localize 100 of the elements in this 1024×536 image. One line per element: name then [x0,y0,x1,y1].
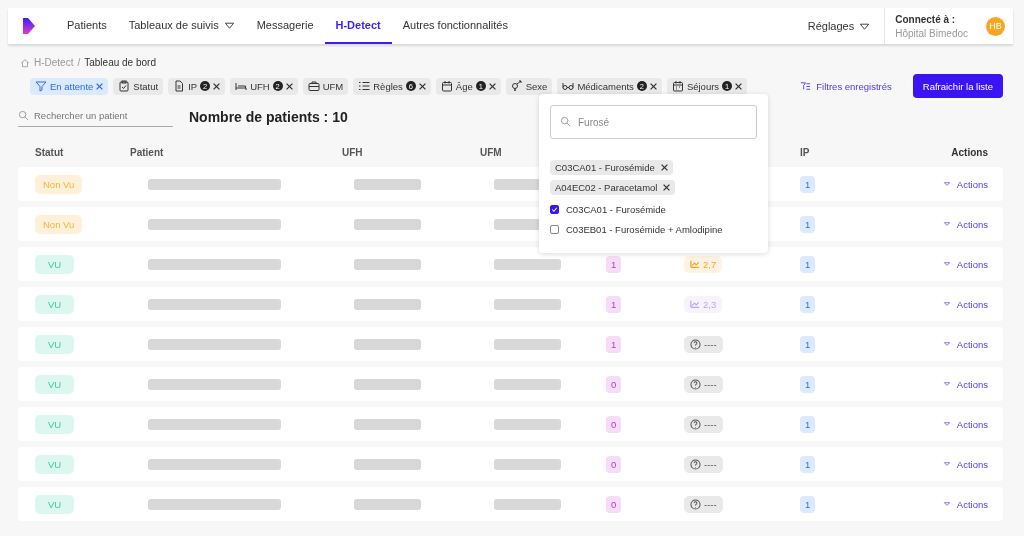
close-icon[interactable] [663,184,671,191]
column-header: IP [800,146,811,158]
placeholder-bar [354,298,421,310]
patient-search-field[interactable]: Rechercher un patient [34,110,164,121]
actions-menu[interactable]: Actions [942,298,988,310]
filter-chip[interactable]: Statut [113,77,164,95]
nav-tab[interactable]: Autres fonctionnalités [391,8,519,44]
filter-chip[interactable]: Sexe [505,77,553,95]
caret-icon [942,300,951,308]
logo-icon[interactable] [22,17,36,35]
calendar-icon [440,80,453,92]
count-badge: 1 [606,335,622,353]
filter-label: En attente [50,80,94,92]
ip-badge: 1 [800,255,816,273]
breadcrumb-current: Tableau de bord [84,57,156,68]
status-label: VU [35,374,75,394]
briefcase-icon [307,80,320,92]
status-label: VU [35,294,75,314]
status-label: Non Vu [35,174,83,194]
unknown-value: ---- [704,378,717,390]
status-label: VU [35,254,75,274]
actions-menu[interactable]: Actions [942,498,988,510]
ip-badge: 1 [800,415,816,433]
connected-label: Connecté à : [895,13,957,25]
filter-label: IP [188,80,198,92]
table-row[interactable]: VU 1 ---- 1 Actions [18,327,1003,361]
medication-option[interactable]: C03EB01 - Furosémide + Amlodipine [550,224,723,235]
caret-icon [942,500,951,508]
placeholder-bar [494,338,561,350]
nav-tab[interactable]: Tableaux de suivis [117,8,246,44]
status-label: VU [35,334,75,354]
unknown-value: ---- [704,498,717,510]
caret-icon [942,380,951,388]
unknown-value: ---- [704,458,717,470]
actions-menu[interactable]: Actions [942,458,988,470]
caret-icon [942,180,951,188]
checkbox[interactable] [550,225,559,234]
table-row[interactable]: VU 1 2,3 1 Actions [18,287,1003,321]
ip-badge: 1 [800,495,816,513]
list-icon [358,80,371,92]
help-icon [690,338,701,350]
actions-menu[interactable]: Actions [942,218,988,230]
actions-menu[interactable]: Actions [942,178,988,190]
status-label: Non Vu [35,214,83,234]
table-row[interactable]: VU 1 2,7 1 Actions [18,247,1003,281]
ip-badge: 1 [800,175,816,193]
checkbox[interactable] [550,205,559,214]
count-badge: 1 [606,295,622,313]
help-icon [690,458,701,470]
placeholder-bar [494,458,561,470]
trend-value: 2,7 [703,258,717,270]
clipboard-icon [118,80,131,92]
count-badge: 0 [606,495,622,513]
caret-icon [942,340,951,348]
placeholder-bar [494,298,561,310]
placeholder-bar [494,498,561,510]
column-header: Statut [35,146,65,158]
filter-label: UFH [250,80,270,92]
patient-count-title: Nombre de patients : 10 [189,109,348,125]
caret-icon [942,460,951,468]
count-badge: 0 [606,415,622,433]
document-icon [173,80,186,92]
column-header: UFM [480,146,503,158]
nav-tab[interactable]: H-Detect [324,8,392,44]
glasses-icon [562,80,575,92]
ip-badge: 1 [800,335,816,353]
placeholder-bar [354,378,421,390]
table-row[interactable]: VU 0 ---- 1 Actions [18,407,1003,441]
home-icon [20,57,30,68]
close-icon[interactable] [660,164,668,171]
actions-menu[interactable]: Actions [942,258,988,270]
filter-list-icon [800,80,812,92]
placeholder-bar [494,418,561,430]
check-icon [551,206,558,213]
actions-menu[interactable]: Actions [942,418,988,430]
placeholder-bar [354,418,421,430]
settings-menu[interactable]: Réglages [793,8,885,44]
selected-medication-tag[interactable]: C03CA01 - Furosémide [550,160,673,175]
filter-label: Sexe [525,80,548,92]
nav-tab[interactable]: Patients [56,8,118,44]
filter-chip[interactable]: UFM [302,77,349,95]
nav-tab[interactable]: Messagerie [245,8,325,44]
placeholder-bar [354,458,421,470]
selected-medication-tag[interactable]: A04EC02 - Paracetamol [550,180,676,195]
trend-value: 2,3 [703,298,717,310]
caret-icon [942,420,951,428]
table-row[interactable]: VU 0 ---- 1 Actions [18,367,1003,401]
table-row[interactable]: VU 0 ---- 1 Actions [18,447,1003,481]
medication-option[interactable]: C03CA01 - Furosémide [550,204,666,215]
medication-search-field[interactable]: Furosé [550,105,757,139]
placeholder-bar [354,338,421,350]
actions-menu[interactable]: Actions [942,378,988,390]
saved-filters-link[interactable]: Filtres enregistrés [794,79,898,93]
placeholder-bar [354,178,421,190]
caret-icon [942,260,951,268]
refresh-button[interactable]: Rafraichir la liste [912,74,1003,98]
table-row[interactable]: VU 0 ---- 1 Actions [18,487,1003,521]
actions-menu[interactable]: Actions [942,338,988,350]
status-label: VU [35,494,75,514]
ip-badge: 1 [800,215,816,233]
